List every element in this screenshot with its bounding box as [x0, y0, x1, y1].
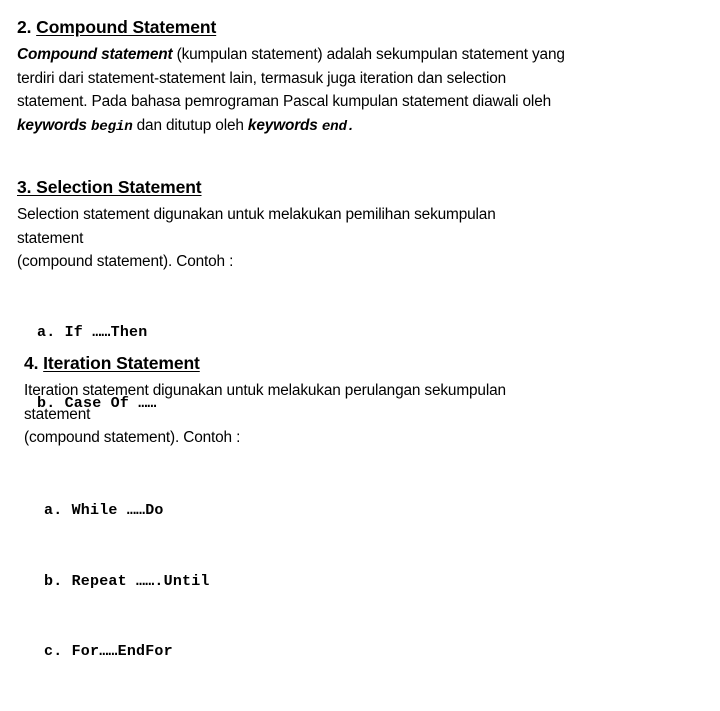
- section-3-title-full: 3. Selection Statement: [17, 177, 202, 197]
- section-2-line1-rest: (kumpulan statement) adalah sekumpulan s…: [172, 46, 565, 63]
- section-4-heading: 4. Iteration Statement: [24, 352, 200, 374]
- section-4-title: Iteration Statement: [43, 353, 200, 373]
- section-2-keyword-end: end.: [321, 118, 356, 135]
- section-2-mid-text: dan ditutup oleh: [132, 116, 248, 134]
- section-3-heading: 3. Selection Statement: [17, 176, 202, 198]
- section-3-line3: (compound statement). Contoh :: [17, 253, 234, 270]
- section-2-keyword-label-2: keywords: [247, 116, 322, 134]
- section-4-number: 4.: [24, 353, 39, 373]
- section-4-body: Iteration statement digunakan untuk mela…: [24, 379, 707, 450]
- section-4-line3: (compound statement). Contoh :: [24, 429, 241, 446]
- section-2-line2: terdiri dari statement-statement lain, t…: [17, 69, 507, 87]
- section-2-line3: statement. Pada bahasa pemrograman Pasca…: [17, 93, 552, 110]
- section-3-line2: statement: [17, 229, 84, 247]
- section-4-example-list: a. While ……Do b. Repeat …….Until c. For……: [44, 452, 210, 711]
- list-item: a. While ……Do: [44, 502, 164, 519]
- section-3-body: Selection statement digunakan untuk mela…: [17, 203, 707, 274]
- section-2-heading: 2. Compound Statement: [17, 16, 216, 38]
- section-2-lead-emphasis: Compound statement: [17, 46, 173, 63]
- list-item: c. For……EndFor: [44, 643, 173, 660]
- list-item: b. Repeat …….Until: [44, 572, 210, 590]
- section-2-title: Compound Statement: [36, 17, 217, 37]
- section-3-line1: Selection statement digunakan untuk mela…: [17, 206, 496, 223]
- section-2-number: 2.: [17, 17, 32, 37]
- section-2-keyword-label-1: keywords: [17, 116, 91, 134]
- slide-page: 2. Compound Statement Compound statement…: [0, 0, 720, 660]
- section-2-keyword-begin: begin: [90, 118, 133, 135]
- section-4-line1: Iteration statement digunakan untuk mela…: [24, 382, 506, 399]
- list-item: a. If ……Then: [37, 324, 148, 341]
- section-2-body: Compound statement (kumpulan statement) …: [17, 43, 707, 139]
- section-4-line2: statement: [24, 405, 91, 423]
